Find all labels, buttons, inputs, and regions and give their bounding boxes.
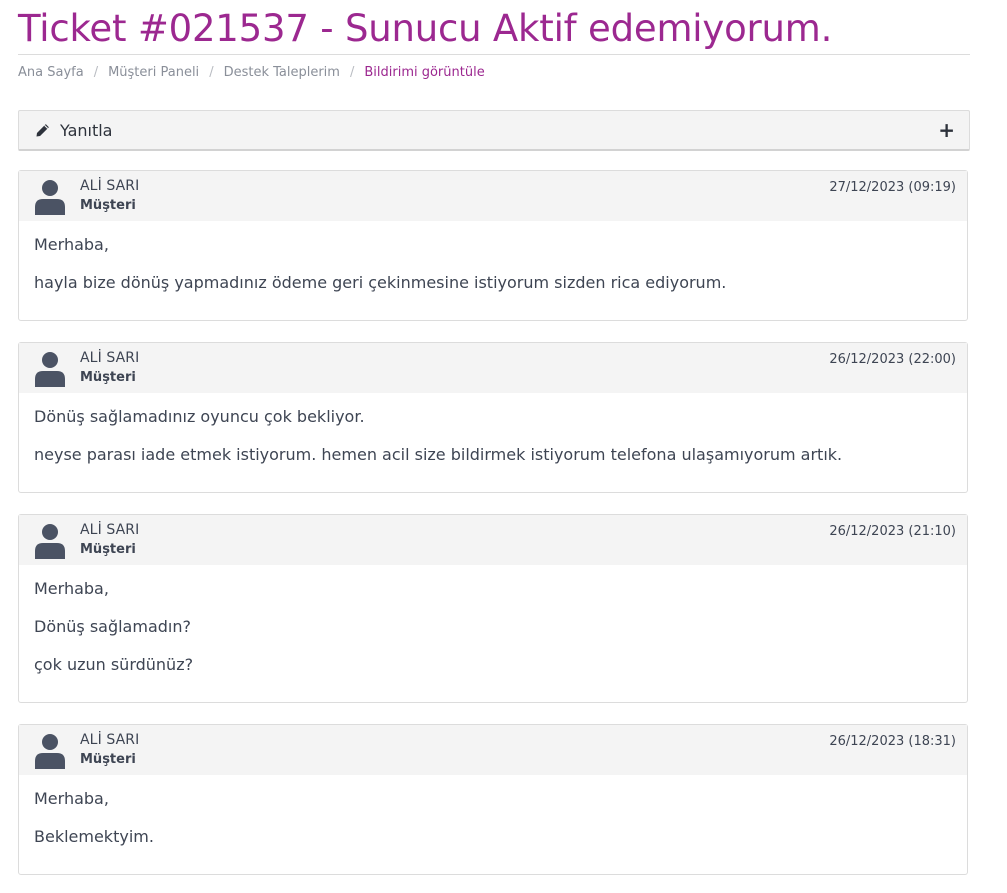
reply-toggle-bar[interactable]: Yanıtla + <box>18 110 970 151</box>
message-line: çok uzun sürdünüz? <box>34 655 194 674</box>
breadcrumb-home[interactable]: Ana Sayfa <box>18 55 84 91</box>
breadcrumb-separator: / <box>93 65 99 80</box>
message-line: neyse parası iade etmek istiyorum. hemen… <box>34 445 843 464</box>
plus-icon[interactable]: + <box>938 120 955 140</box>
message-line: Merhaba, <box>34 789 109 808</box>
message-date: 26/12/2023 (18:31) <box>829 734 956 749</box>
user-avatar-icon <box>35 524 65 559</box>
user-avatar-icon <box>35 734 65 769</box>
reply-label: Yanıtla <box>60 120 113 140</box>
page-title: Ticket #021537 - Sunucu Aktif edemiyorum… <box>18 7 833 50</box>
message-card: ALİ SARI Müşteri 27/12/2023 (09:19) Merh… <box>18 170 968 321</box>
message-author: ALİ SARI <box>80 178 140 194</box>
breadcrumb-support-tickets[interactable]: Destek Taleplerim <box>224 55 340 91</box>
message-author-role: Müşteri <box>80 542 136 557</box>
message-card: ALİ SARI Müşteri 26/12/2023 (21:10) Merh… <box>18 514 968 703</box>
message-body: Merhaba, Beklemektyim. <box>19 775 967 877</box>
message-body: Merhaba, Dönüş sağlamadın? çok uzun sürd… <box>19 565 967 705</box>
message-author: ALİ SARI <box>80 732 140 748</box>
message-card: ALİ SARI Müşteri 26/12/2023 (22:00) Dönü… <box>18 342 968 493</box>
breadcrumb-separator: / <box>209 65 214 80</box>
message-author: ALİ SARI <box>80 350 140 366</box>
breadcrumb: Ana Sayfa / Müşteri Paneli / Destek Tale… <box>18 55 970 91</box>
message-date: 27/12/2023 (09:19) <box>829 180 956 195</box>
message-date: 26/12/2023 (22:00) <box>829 352 956 367</box>
message-card: ALİ SARI Müşteri 26/12/2023 (18:31) Merh… <box>18 724 968 875</box>
message-author-role: Müşteri <box>80 198 136 213</box>
message-header: ALİ SARI Müşteri 26/12/2023 (22:00) <box>19 343 967 393</box>
message-body: Dönüş sağlamadınız oyuncu çok bekliyor. … <box>19 393 967 495</box>
breadcrumb-separator: / <box>349 65 355 80</box>
message-line: Merhaba, <box>34 235 109 254</box>
message-body: Merhaba, hayla bize dönüş yapmadınız öde… <box>19 221 967 323</box>
message-line: hayla bize dönüş yapmadınız ödeme geri ç… <box>34 273 727 292</box>
message-line: Merhaba, <box>34 579 109 598</box>
message-line: Dönüş sağlamadınız oyuncu çok bekliyor. <box>34 407 365 426</box>
message-author: ALİ SARI <box>80 522 140 538</box>
ticket-page: Ticket #021537 - Sunucu Aktif edemiyorum… <box>18 0 970 875</box>
message-line: Beklemektyim. <box>34 827 154 846</box>
breadcrumb-current: Bildirimi görüntüle <box>364 65 485 80</box>
breadcrumb-customer-panel[interactable]: Müşteri Paneli <box>108 55 199 91</box>
message-header: ALİ SARI Müşteri 26/12/2023 (21:10) <box>19 515 967 565</box>
user-avatar-icon <box>35 352 65 387</box>
message-author-role: Müşteri <box>80 752 136 767</box>
message-line: Dönüş sağlamadın? <box>34 617 191 636</box>
message-author-role: Müşteri <box>80 370 136 385</box>
message-header: ALİ SARI Müşteri 27/12/2023 (09:19) <box>19 171 967 221</box>
message-header: ALİ SARI Müşteri 26/12/2023 (18:31) <box>19 725 967 775</box>
user-avatar-icon <box>35 180 65 215</box>
message-date: 26/12/2023 (21:10) <box>829 524 956 539</box>
pencil-icon <box>34 122 50 138</box>
